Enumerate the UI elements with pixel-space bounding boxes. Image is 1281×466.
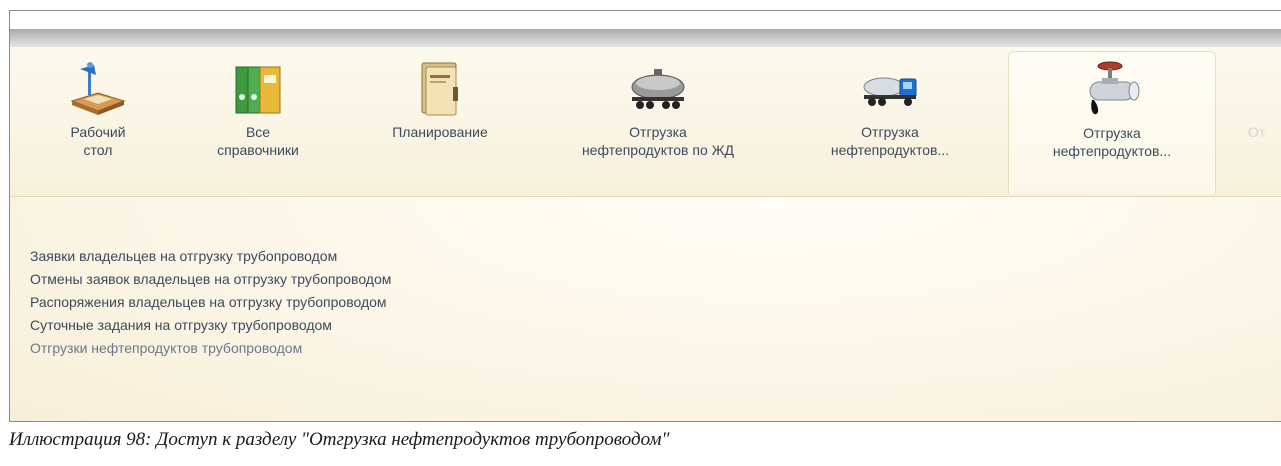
folder-icon xyxy=(421,62,458,116)
link-daily-tasks[interactable]: Суточные задания на отгрузку трубопровод… xyxy=(30,314,391,337)
tab-pipeline-shipment[interactable]: Отгрузка нефтепродуктов... xyxy=(1008,51,1216,194)
tab-truck-shipment[interactable]: Отгрузка нефтепродуктов... xyxy=(800,51,980,193)
binders-icon xyxy=(235,66,281,114)
window-top-bar xyxy=(10,29,1281,47)
link-request-cancellations[interactable]: Отмены заявок владельцев на отгрузку тру… xyxy=(30,268,391,291)
link-owner-requests[interactable]: Заявки владельцев на отгрузку трубопрово… xyxy=(30,245,391,268)
tab-partial[interactable]: От xyxy=(1248,51,1281,193)
section-divider xyxy=(10,196,1281,197)
desk-lamp-icon xyxy=(70,62,126,115)
tab-label: Отгрузка нефтепродуктов по ЖД xyxy=(581,124,735,158)
tanker-truck-icon xyxy=(863,77,917,106)
tab-label: Планирование xyxy=(392,124,488,140)
tab-label: Отгрузка нефтепродуктов... xyxy=(830,124,950,158)
link-pipeline-shipments[interactable]: Отгрузки нефтепродуктов трубопроводом xyxy=(30,337,391,360)
tab-all-catalogs[interactable]: Все справочники xyxy=(198,51,318,193)
section-commands-list: Заявки владельцев на отгрузку трубопрово… xyxy=(30,245,391,360)
tab-planning[interactable]: Планирование xyxy=(380,51,500,193)
pipeline-valve-icon xyxy=(1089,61,1140,115)
tab-label: Все справочники xyxy=(217,124,299,158)
tab-label: Рабочий стол xyxy=(70,124,126,158)
rail-tank-car-icon xyxy=(631,69,685,109)
figure-caption: Иллюстрация 98: Доступ к разделу "Отгруз… xyxy=(9,429,670,450)
tab-rail-shipment[interactable]: Отгрузка нефтепродуктов по ЖД xyxy=(558,51,758,193)
link-owner-orders[interactable]: Распоряжения владельцев на отгрузку труб… xyxy=(30,291,391,314)
screenshot-frame: Рабочий стол Все справочники Планирование xyxy=(9,10,1281,422)
tab-label: От xyxy=(1248,124,1266,140)
tab-desktop[interactable]: Рабочий стол xyxy=(38,51,158,193)
tab-label: Отгрузка нефтепродуктов... xyxy=(1052,125,1172,159)
